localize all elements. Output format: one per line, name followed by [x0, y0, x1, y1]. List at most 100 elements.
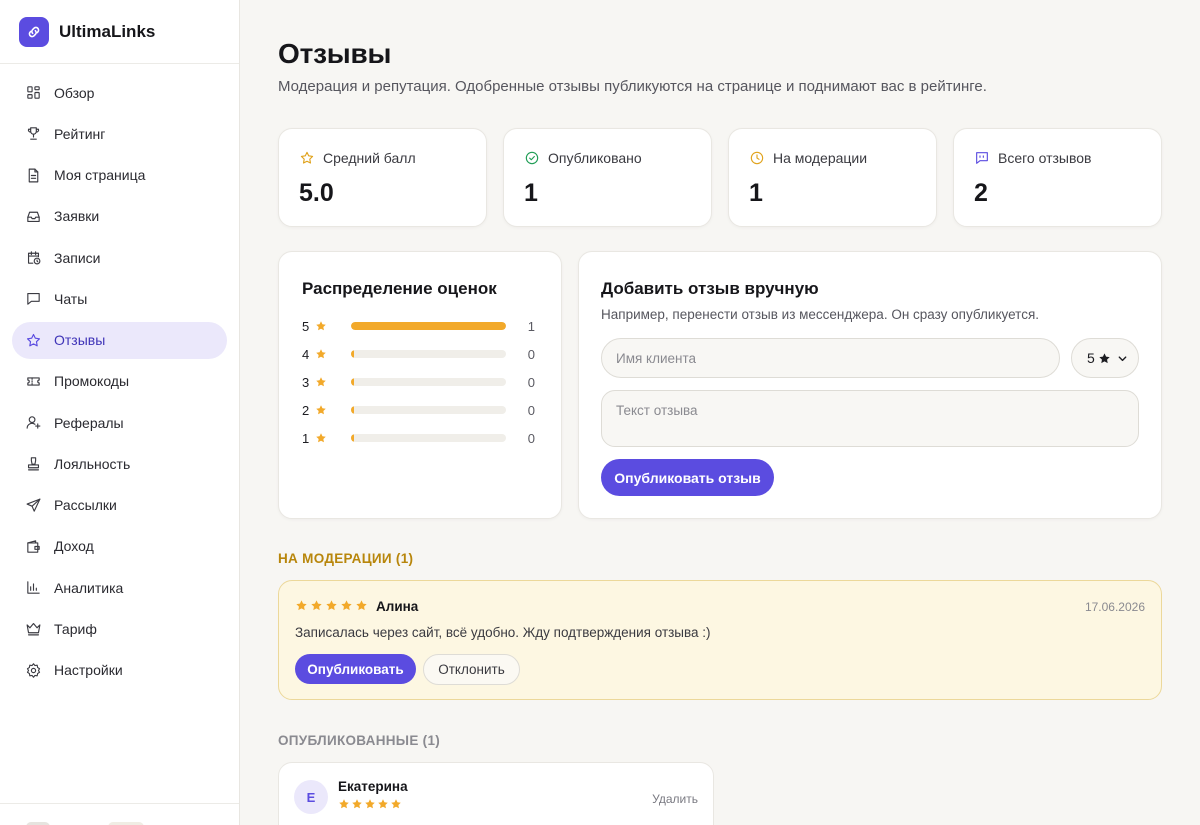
publish-review-button[interactable]: Опубликовать отзыв	[601, 459, 774, 496]
crown-icon	[24, 620, 42, 638]
review-text-input[interactable]	[601, 390, 1139, 447]
sidebar-item-referrals[interactable]: Рефералы	[12, 404, 227, 441]
brand[interactable]: UltimaLinks	[0, 0, 239, 64]
sidebar-item-income[interactable]: Доход	[12, 528, 227, 565]
star-icon	[316, 377, 326, 387]
sidebar-item-my-page[interactable]: Моя страница	[12, 157, 227, 194]
star-icon	[339, 799, 349, 809]
stat-label: Опубликовано	[548, 150, 642, 166]
sidebar-item-label: Чаты	[54, 290, 88, 307]
trophy-icon	[24, 125, 42, 143]
sidebar-item-label: Рефералы	[54, 414, 124, 431]
sidebar-item-plan[interactable]: Тариф	[12, 610, 227, 647]
distribution-title: Распределение оценок	[302, 279, 497, 298]
stat-card-published: Опубликовано 1	[503, 128, 712, 227]
reject-review-button[interactable]: Отклонить	[423, 654, 520, 685]
sidebar-item-overview[interactable]: Обзор	[12, 74, 227, 111]
add-review-title: Добавить отзыв вручную	[601, 279, 819, 298]
user-plus-icon	[24, 414, 42, 432]
sidebar-item-requests[interactable]: Заявки	[12, 198, 227, 235]
star-icon	[365, 799, 375, 809]
sidebar-item-loyalty[interactable]: Лояльность	[12, 445, 227, 482]
sidebar-item-label: Моя страница	[54, 167, 146, 183]
stat-label: Всего отзывов	[998, 150, 1092, 166]
stat-label: На модерации	[773, 150, 868, 166]
add-review-card: Добавить отзыв вручную Например, перенес…	[578, 251, 1162, 519]
avatar: Е	[294, 780, 328, 814]
review-date: 17.06.2026	[1084, 600, 1145, 614]
sidebar-item-label: Заявки	[54, 208, 100, 225]
grid-icon	[24, 84, 42, 102]
sidebar-item-settings[interactable]: Настройки	[12, 652, 227, 689]
sidebar-footer	[0, 803, 239, 825]
star-icon	[356, 600, 367, 611]
inbox-icon	[24, 207, 42, 225]
approve-review-button[interactable]: Опубликовать	[295, 654, 416, 684]
bar-chart-icon	[24, 579, 42, 597]
send-icon	[24, 496, 42, 514]
distribution-bar	[351, 434, 506, 442]
sidebar-item-label: Аналитика	[54, 579, 124, 596]
star-icon	[316, 433, 326, 443]
star-icon	[316, 349, 326, 359]
star-icon	[326, 600, 337, 611]
distribution-count: 0	[527, 346, 535, 362]
client-name-input[interactable]	[601, 338, 1060, 378]
sidebar-item-mailings[interactable]: Рассылки	[12, 487, 227, 524]
distribution-row: 3 0	[302, 374, 542, 390]
check-circle-icon	[525, 151, 539, 165]
moderation-review-card: Алина 17.06.2026 Записалась через сайт, …	[278, 580, 1162, 700]
star-icon	[341, 600, 352, 611]
distribution-count: 0	[527, 374, 535, 390]
distribution-stars: 1	[302, 430, 310, 446]
distribution-bar	[351, 350, 506, 358]
sidebar-item-label: Рассылки	[54, 497, 117, 513]
stat-card-moderation: На модерации 1	[728, 128, 937, 227]
sidebar-nav: Обзор Рейтинг Моя страница Заявки Записи…	[0, 64, 239, 689]
distribution-count: 0	[527, 430, 535, 446]
clock-icon	[750, 151, 764, 165]
star-icon	[296, 600, 307, 611]
distribution-stars: 5	[302, 318, 310, 334]
stat-value: 5.0	[299, 179, 334, 207]
page-subtitle: Модерация и репутация. Одобренные отзывы…	[278, 78, 987, 95]
sidebar-item-rating[interactable]: Рейтинг	[12, 115, 227, 152]
star-icon	[352, 799, 362, 809]
page-title: Отзывы	[278, 38, 392, 69]
star-icon	[311, 600, 322, 611]
sidebar-item-label: Настройки	[54, 662, 123, 678]
rating-select-value: 5	[1087, 350, 1095, 366]
distribution-bar	[351, 406, 506, 414]
sidebar-item-promocodes[interactable]: Промокоды	[12, 363, 227, 400]
review-author: Алина	[376, 599, 419, 614]
distribution-bar	[351, 322, 506, 330]
distribution-stars: 3	[302, 374, 310, 390]
delete-review-button[interactable]: Удалить	[652, 792, 698, 806]
page-icon	[24, 166, 42, 184]
star-outline-icon	[300, 151, 314, 164]
star-icon	[378, 799, 388, 809]
distribution-row: 5 1	[302, 318, 542, 334]
review-author: Екатерина	[338, 779, 408, 794]
star-icon	[316, 321, 326, 331]
review-stars	[338, 798, 402, 810]
distribution-row: 1 0	[302, 430, 542, 446]
sidebar-item-chats[interactable]: Чаты	[12, 280, 227, 317]
star-icon	[1099, 352, 1110, 363]
star-icon	[391, 799, 401, 809]
sidebar-item-analytics[interactable]: Аналитика	[12, 569, 227, 606]
sidebar-item-label: Отзывы	[54, 332, 106, 348]
stat-label: Средний балл	[323, 150, 416, 166]
wallet-icon	[24, 537, 42, 555]
sidebar-item-reviews[interactable]: Отзывы	[12, 321, 227, 359]
rating-select[interactable]: 5	[1071, 338, 1139, 378]
stat-card-total: Всего отзывов 2	[953, 128, 1162, 227]
stat-value: 2	[974, 179, 988, 207]
distribution-row: 4 0	[302, 346, 542, 362]
ticket-icon	[24, 372, 42, 390]
add-review-hint: Например, перенести отзыв из мессенджера…	[601, 307, 1039, 322]
stamp-icon	[24, 455, 42, 473]
sidebar-item-bookings[interactable]: Записи	[12, 239, 227, 276]
star-icon	[24, 331, 42, 349]
sidebar-item-label: Тариф	[54, 620, 97, 637]
